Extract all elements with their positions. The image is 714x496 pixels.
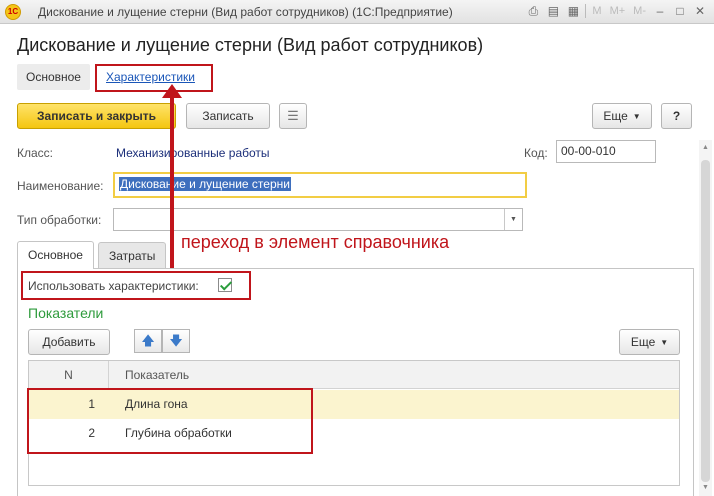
arrow-up-icon: 🡅 [141,333,155,348]
chevron-down-icon: ▼ [632,111,641,121]
add-button[interactable]: Добавить [28,329,110,355]
code-field[interactable]: 00-00-010 [556,140,656,163]
table-more-button[interactable]: Еще ▼ [619,329,680,355]
titlebar-divider [585,4,587,18]
move-down-button[interactable]: 🡇 [162,329,190,353]
type-label: Тип обработки: [17,213,102,227]
window-title: Дискование и лущение стерни (Вид работ с… [38,5,453,19]
maximize-icon[interactable]: □ [672,3,688,19]
annotation-arrow-line [170,96,174,272]
arrow-down-icon: 🡇 [169,333,183,348]
chevron-down-icon: ▼ [660,337,669,347]
document-structure-button[interactable]: ☰ [279,103,307,129]
tab-costs[interactable]: Затраты [98,242,167,269]
more-button[interactable]: Еще ▼ [592,103,652,129]
highlight-characteristics-frame [95,64,213,92]
move-up-button[interactable]: 🡅 [134,329,162,353]
scroll-down-icon[interactable]: ▼ [699,482,712,494]
save-and-close-button[interactable]: Записать и закрыть [17,103,176,129]
column-header-n[interactable]: N [29,361,109,389]
table-more-label: Еще [630,335,656,349]
titlebar-controls: ⎙ ▤ ▦ M M+ M- – □ ✕ [525,3,708,19]
close-icon[interactable]: ✕ [692,3,708,19]
class-label: Класс: [17,146,53,160]
memory-m-button[interactable]: M [590,3,603,19]
nav-item-basic[interactable]: Основное [17,64,90,90]
chevron-down-icon[interactable]: ▼ [504,209,522,230]
annotation-text: переход в элемент справочника [181,232,450,252]
window-titlebar: 1С Дискование и лущение стерни (Вид рабо… [0,0,714,24]
scrollbar-thumb[interactable] [701,160,710,482]
help-button[interactable]: ? [661,103,692,129]
list-icon: ☰ [287,108,299,123]
highlight-checkbox-frame [21,271,251,300]
name-field-selection: Дискование и лущение стерни [119,177,291,191]
class-value: Механизированные работы [116,146,270,160]
scroll-up-icon[interactable]: ▲ [699,142,712,154]
code-label: Код: [524,146,548,160]
name-field[interactable]: Дискование и лущение стерни [113,172,527,198]
indicators-section-title: Показатели [28,305,104,321]
tab-basic[interactable]: Основное [17,241,94,269]
name-label: Наименование: [17,179,104,193]
app-logo-icon: 1С [5,4,21,20]
column-header-indicator[interactable]: Показатель [125,361,189,389]
more-label: Еще [603,109,628,123]
minimize-icon[interactable]: – [652,3,668,19]
annotation-arrowhead [162,84,182,98]
print-icon[interactable]: ⎙ [525,3,541,19]
highlight-rows-frame [27,388,313,454]
save-button[interactable]: Записать [186,103,270,129]
form-scrollbar[interactable]: ▲ ▼ [699,140,712,496]
table-header: N Показатель [29,361,679,389]
type-select[interactable]: ▼ [113,208,523,231]
memory-mplus-button[interactable]: M+ [608,3,628,19]
calendar-icon[interactable]: ▦ [565,3,581,19]
memory-mminus-button[interactable]: M- [631,3,648,19]
save-icon[interactable]: ▤ [545,3,561,19]
form-title: Дискование и лущение стерни (Вид работ с… [17,35,484,55]
